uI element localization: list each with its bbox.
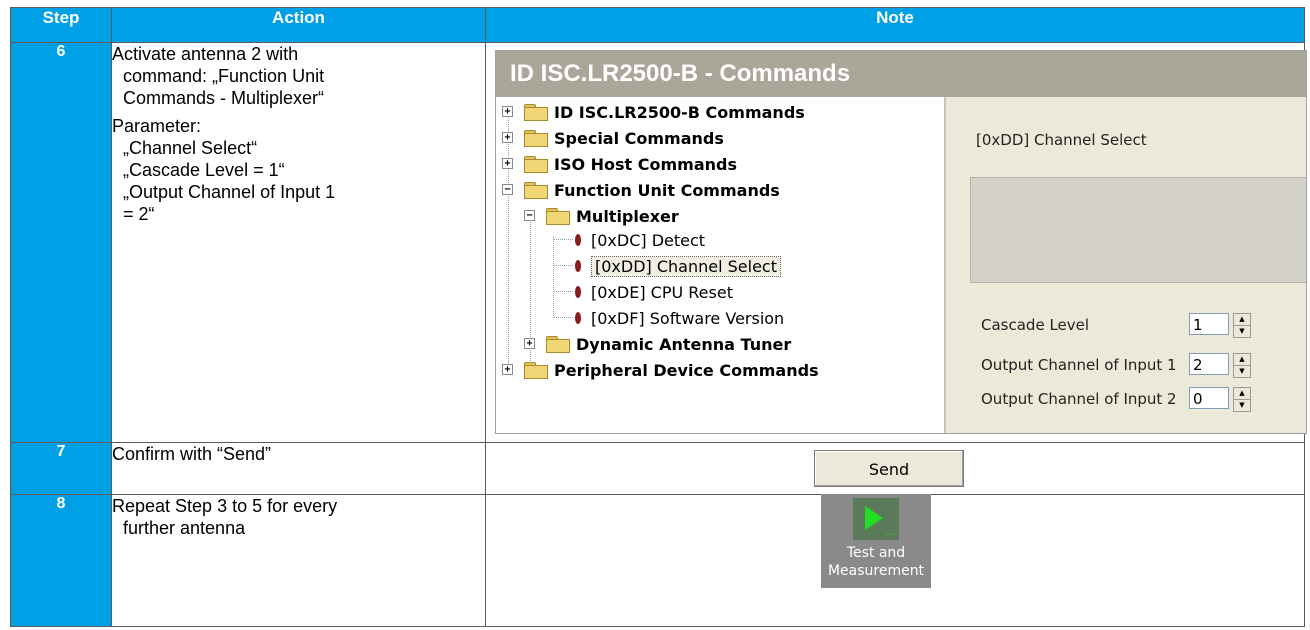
step-number: 6 [10,42,112,443]
tree-node[interactable]: + Dynamic Antenna Tuner [524,331,792,357]
header-row: Step Action Note [10,7,1305,43]
field-label: Output Channel of Input 1 [981,356,1177,374]
table-row: 7 Confirm with “Send” Send [10,442,1305,495]
action-cell: Repeat Step 3 to 5 for every further ant… [111,494,486,627]
send-button[interactable]: Send [814,450,964,487]
action-text: Activate antenna 2 with [112,44,299,64]
spin-down-icon[interactable]: ▼ [1233,325,1251,338]
info-box [970,177,1306,283]
parameter-text: „Channel Select“ [123,138,258,158]
tree-leaf[interactable]: [0xDC] Detect [572,227,705,253]
tree-node[interactable]: + ID ISC.LR2500-B Commands [502,99,805,125]
tile-caption: Measurement [827,563,925,579]
tree-label: Dynamic Antenna Tuner [576,334,792,354]
action-text: Commands - Multiplexer“ [123,88,325,108]
step-number: 8 [10,494,112,627]
spinner-value[interactable]: 1 [1189,313,1229,335]
tree-node[interactable]: − Multiplexer [524,203,679,229]
parameter-label: Parameter: [112,116,202,136]
command-icon [575,312,581,324]
parameter-text: „Cascade Level = 1“ [123,160,285,180]
expand-icon[interactable]: + [502,158,513,169]
collapse-icon[interactable]: − [502,184,513,195]
table-row: 6 Activate antenna 2 with command: „Func… [10,42,1307,443]
folder-icon [524,156,548,173]
selected-command-label: [0xDD] Channel Select [976,131,1147,149]
tree-label: [0xDE] CPU Reset [591,282,733,302]
action-text: command: „Function Unit [123,66,325,86]
action-text: further antenna [123,518,246,538]
parameter-text: = 2“ [123,204,155,224]
test-measurement-tile[interactable]: ... Test and Measurement [821,494,931,588]
header-note: Note [485,7,1305,43]
action-cell: Confirm with “Send” [111,442,486,495]
tree-node[interactable]: − Function Unit Commands [502,177,780,203]
spin-down-icon[interactable]: ▼ [1233,365,1251,378]
action-text: Repeat Step 3 to 5 for every [112,496,338,516]
command-panel: [0xDD] Channel Select Cascade Level 1 ▲ ▼ … [946,97,1306,433]
instruction-table: Step Action Note 6 Activate antenna 2 wi… [10,7,1307,627]
tree-node[interactable]: + Peripheral Device Commands [502,357,819,383]
tree-label: [0xDC] Detect [591,230,706,250]
command-icon [575,286,581,298]
header-action: Action [111,7,486,43]
tree-label: [0xDF] Software Version [591,308,785,328]
tree-leaf[interactable]: [0xDF] Software Version [572,305,784,331]
step-number: 7 [10,442,112,495]
folder-icon [524,362,548,379]
output-channel-1-spinner[interactable]: 2 ▲ ▼ [1189,353,1251,378]
tree-node[interactable]: + ISO Host Commands [502,151,738,177]
commands-window: ID ISC.LR2500-B - Commands + ID ISC.LR250… [495,50,1307,434]
tree-label: ID ISC.LR2500-B Commands [554,102,805,122]
expand-icon[interactable]: + [502,364,513,375]
action-cell: Activate antenna 2 with command: „Functi… [111,42,486,443]
spinner-value[interactable]: 0 [1189,387,1229,409]
cascade-level-spinner[interactable]: 1 ▲ ▼ [1189,313,1251,338]
field-label: Output Channel of Input 2 [981,390,1177,408]
spin-down-icon[interactable]: ▼ [1233,399,1251,412]
window-title: ID ISC.LR2500-B - Commands [496,51,1306,97]
tree-label: [0xDD] Channel Select [591,255,781,277]
command-icon [575,260,581,272]
tile-caption: Test and [846,545,906,561]
output-channel-2-spinner[interactable]: 0 ▲ ▼ [1189,387,1251,412]
tree-label: Function Unit Commands [554,180,780,200]
open-folder-icon [524,182,548,199]
collapse-icon[interactable]: − [524,210,535,221]
command-icon [575,234,581,246]
header-step: Step [10,7,112,43]
tree-label: Multiplexer [576,206,679,226]
open-folder-icon [546,208,570,225]
table-row: 8 Repeat Step 3 to 5 for every further a… [10,494,1305,627]
note-cell: ... Test and Measurement [485,494,1305,627]
spinner-value[interactable]: 2 [1189,353,1229,375]
tree-label: ISO Host Commands [554,154,738,174]
tree-label: Special Commands [554,128,724,148]
note-cell: ID ISC.LR2500-B - Commands + ID ISC.LR250… [485,42,1307,443]
folder-icon [546,336,570,353]
tree-label: Peripheral Device Commands [554,360,819,380]
parameter-text: „Output Channel of Input 1 [123,182,336,202]
tree-node[interactable]: + Special Commands [502,125,724,151]
field-label: Cascade Level [981,316,1090,334]
folder-icon [524,130,548,147]
expand-icon[interactable]: + [502,132,513,143]
tree-leaf-selected[interactable]: [0xDD] Channel Select [572,253,781,279]
expand-icon[interactable]: + [502,106,513,117]
note-cell: Send [485,442,1305,495]
play-icon: ... [853,498,899,540]
command-tree[interactable]: + ID ISC.LR2500-B Commands + Special Comma… [496,97,946,433]
tree-leaf[interactable]: [0xDE] CPU Reset [572,279,733,305]
expand-icon[interactable]: + [524,338,535,349]
folder-icon [524,104,548,121]
